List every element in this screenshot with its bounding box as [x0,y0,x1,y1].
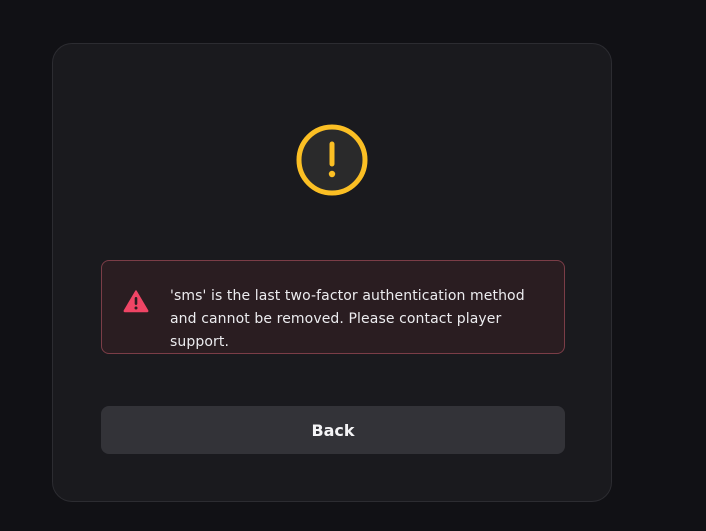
warning-triangle-icon [123,289,149,313]
alert-message: 'sms' is the last two-factor authenticat… [170,288,525,350]
warning-circle-icon [296,124,368,196]
back-button[interactable]: Back [101,406,565,454]
error-alert: 'sms' is the last two-factor authenticat… [101,260,565,354]
error-dialog-card: 'sms' is the last two-factor authenticat… [52,43,612,502]
